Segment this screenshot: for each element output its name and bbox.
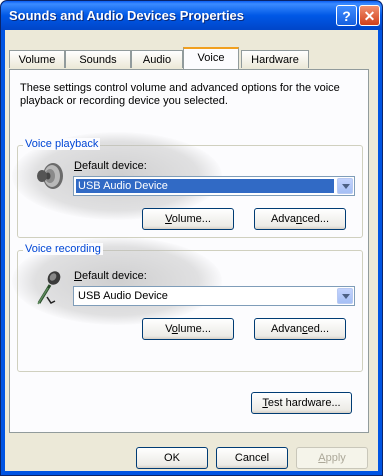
window-title: Sounds and Audio Devices Properties xyxy=(9,8,245,23)
close-button[interactable]: ✕ xyxy=(359,5,380,26)
dialog-body: Volume Sounds Audio Voice Hardware These… xyxy=(5,30,378,471)
tab-hardware[interactable]: Hardware xyxy=(241,50,309,68)
voice-playback-group: Voice playback Default device: USB Audio… xyxy=(12,132,363,238)
voice-playback-title: Voice playback xyxy=(23,138,101,150)
test-hardware-button[interactable]: Test hardware... xyxy=(251,392,352,414)
voice-recording-title: Voice recording xyxy=(23,243,103,255)
recording-device-select[interactable]: USB Audio Device xyxy=(73,286,355,306)
tab-audio[interactable]: Audio xyxy=(131,50,183,68)
speaker-icon xyxy=(33,160,65,192)
recording-default-device-label: Default device: xyxy=(74,270,147,282)
title-bar[interactable]: Sounds and Audio Devices Properties ? ✕ xyxy=(1,1,382,30)
playback-default-device-label: Default device: xyxy=(74,160,147,172)
tab-voice[interactable]: Voice xyxy=(183,47,239,69)
playback-device-select[interactable]: USB Audio Device xyxy=(73,176,355,196)
tab-sounds[interactable]: Sounds xyxy=(65,50,131,68)
help-button[interactable]: ? xyxy=(336,5,357,26)
tab-volume[interactable]: Volume xyxy=(9,50,65,68)
chevron-down-icon[interactable] xyxy=(337,178,353,194)
chevron-down-icon[interactable] xyxy=(337,288,353,304)
apply-button[interactable]: Apply xyxy=(296,447,368,469)
intro-text: These settings control volume and advanc… xyxy=(20,82,340,107)
ok-button[interactable]: OK xyxy=(136,447,208,469)
dialog-window: Sounds and Audio Devices Properties ? ✕ … xyxy=(0,0,383,476)
cancel-button[interactable]: Cancel xyxy=(216,447,288,469)
recording-device-value: USB Audio Device xyxy=(78,290,168,302)
playback-advanced-button[interactable]: Advanced... xyxy=(254,208,346,230)
playback-device-value: USB Audio Device xyxy=(76,179,334,193)
voice-tab-panel: These settings control volume and advanc… xyxy=(9,69,369,433)
microphone-icon xyxy=(33,269,65,307)
recording-advanced-button[interactable]: Advanced... xyxy=(254,318,346,340)
recording-volume-button[interactable]: Volume... xyxy=(142,318,234,340)
playback-volume-button[interactable]: Volume... xyxy=(142,208,234,230)
voice-recording-group: Voice recording Default device: USB Audi… xyxy=(12,237,363,372)
